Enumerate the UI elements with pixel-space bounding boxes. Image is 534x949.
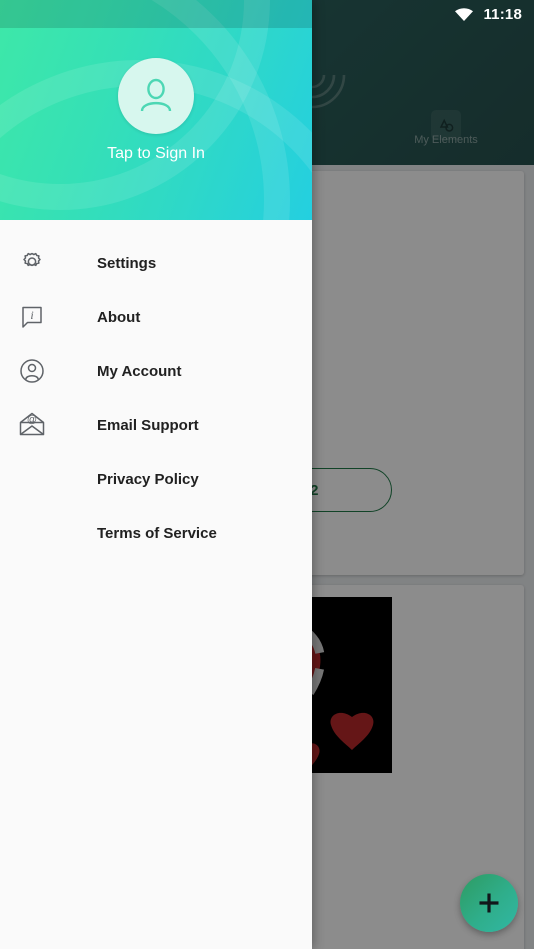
screen: n My Elements he first motion graphics B…	[0, 0, 534, 949]
svg-text:@: @	[27, 415, 37, 426]
sidebar-item-about[interactable]: i About	[0, 290, 312, 344]
add-fab-button[interactable]	[460, 874, 518, 932]
avatar[interactable]	[118, 58, 194, 134]
sidebar-item-label: Terms of Service	[97, 524, 217, 542]
drawer-menu-list[interactable]: Settings i About My Account @ Email Supp…	[0, 220, 312, 560]
sidebar-item-label: Privacy Policy	[97, 470, 199, 488]
email-at-icon: @	[16, 409, 48, 441]
tap-to-sign-in-label[interactable]: Tap to Sign In	[0, 145, 312, 163]
person-avatar-icon	[140, 78, 172, 112]
sidebar-item-my-account[interactable]: My Account	[0, 344, 312, 398]
account-circle-icon	[16, 355, 48, 387]
status-bar: 11:18	[454, 0, 534, 28]
sidebar-item-label: My Account	[97, 362, 182, 380]
navigation-drawer[interactable]: Tap to Sign In Settings i About My Accou…	[0, 0, 312, 949]
plus-icon	[479, 893, 499, 913]
wifi-icon	[454, 7, 474, 22]
sidebar-item-terms-of-service[interactable]: Terms of Service	[0, 506, 312, 560]
sidebar-item-settings[interactable]: Settings	[0, 236, 312, 290]
svg-text:i: i	[30, 308, 33, 322]
gear-icon	[16, 247, 48, 279]
drawer-statusbar-shade	[0, 0, 312, 28]
sidebar-item-label: Settings	[97, 254, 157, 272]
sidebar-item-email-support[interactable]: @ Email Support	[0, 398, 312, 452]
info-bubble-icon: i	[16, 301, 48, 333]
drawer-header[interactable]: Tap to Sign In	[0, 0, 312, 220]
status-bar-time: 11:18	[483, 5, 522, 23]
sidebar-item-privacy-policy[interactable]: Privacy Policy	[0, 452, 312, 506]
sidebar-item-label: Email Support	[97, 416, 199, 434]
sidebar-item-label: About	[97, 308, 141, 326]
